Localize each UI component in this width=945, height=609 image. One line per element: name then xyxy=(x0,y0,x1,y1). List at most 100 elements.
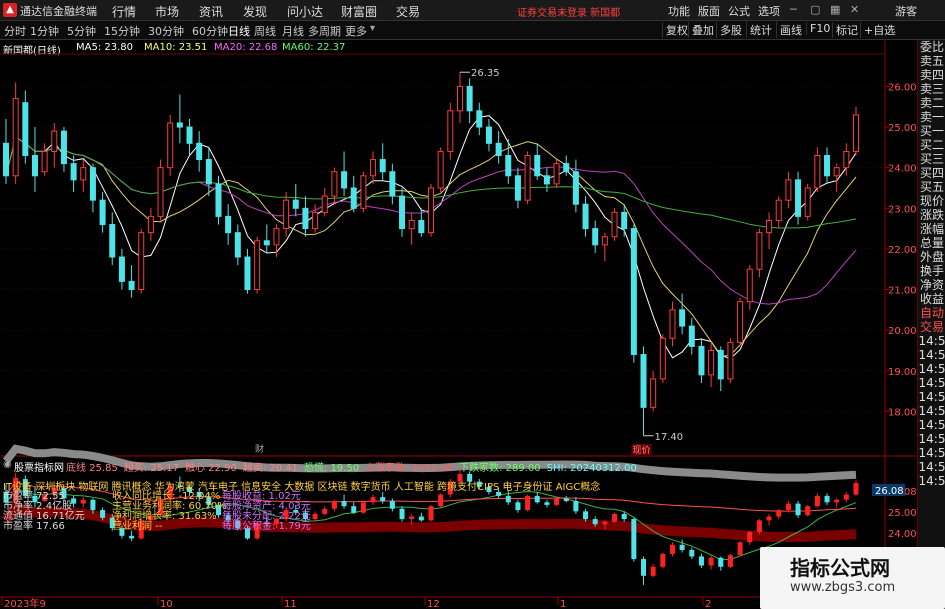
high-label: 26.35 xyxy=(471,68,500,79)
side-panel-item[interactable]: 自动 xyxy=(918,306,945,320)
candle-body xyxy=(524,154,531,201)
side-panel-item[interactable]: 委比 xyxy=(918,40,945,54)
side-panel-item[interactable]: 14:5 xyxy=(918,446,945,460)
side-panel-item[interactable]: 买一 xyxy=(918,124,945,138)
side-panel-item[interactable]: 14:5 xyxy=(918,404,945,418)
candle-body xyxy=(80,167,87,181)
side-panel-item[interactable]: 卖二 xyxy=(918,96,945,110)
side-panel-item[interactable]: 14:5 xyxy=(918,334,945,348)
side-panel-item[interactable]: 换手 xyxy=(918,264,945,278)
side-panel-item[interactable]: 涨跌 xyxy=(918,208,945,222)
ma5-line xyxy=(5,115,857,360)
candle-body xyxy=(766,219,773,234)
sub-candle-body xyxy=(660,553,666,567)
sub-candle-body xyxy=(689,550,695,557)
candle-body xyxy=(708,349,715,376)
side-panel-item[interactable]: 现价 xyxy=(918,194,945,208)
sub-candle-body xyxy=(554,498,560,505)
side-panel-item[interactable]: 买五 xyxy=(918,180,945,194)
candle-body xyxy=(31,154,38,177)
candle-body xyxy=(263,240,270,246)
candle-body xyxy=(302,207,309,230)
candle-body xyxy=(814,154,821,189)
sub-y-tick-label: 24.00 xyxy=(888,529,917,540)
sub-candle-body xyxy=(785,503,791,511)
candle-body xyxy=(572,171,579,205)
candle-body xyxy=(630,228,637,356)
sub-candle-body xyxy=(341,501,347,507)
candle-body xyxy=(196,142,203,161)
side-panel-item[interactable]: 卖五 xyxy=(918,54,945,68)
sub-chart-collapse-icon[interactable]: ◉ xyxy=(3,459,12,470)
sub-y-tick-label: 25.00 xyxy=(888,508,917,519)
candle-body xyxy=(485,126,492,144)
x-tick-label: 2023年9 xyxy=(4,597,46,609)
side-panel-item[interactable]: 14:5 xyxy=(918,348,945,362)
watermark-url: www.zbgs3.com xyxy=(790,580,896,595)
side-panel-item[interactable]: 卖一 xyxy=(918,110,945,124)
side-panel-item[interactable]: 14:5 xyxy=(918,474,945,488)
sub-candle-body xyxy=(573,501,579,512)
x-tick-label: 12 xyxy=(427,599,440,609)
stat-item: 每股公积金: 1.79元 xyxy=(222,521,311,532)
candle-body xyxy=(437,150,444,189)
sub-candle-body xyxy=(747,531,753,543)
candle-body xyxy=(331,171,338,197)
ma10-line xyxy=(5,136,857,358)
side-panel-item[interactable]: 净资 xyxy=(918,278,945,292)
side-panel-item[interactable]: 外盘 xyxy=(918,250,945,264)
stat-item: 市盈率 17.66 xyxy=(3,521,65,532)
side-panel-item[interactable]: 14:5 xyxy=(918,390,945,404)
candle-body xyxy=(215,183,222,217)
candle-body xyxy=(650,378,657,408)
side-panel-item[interactable]: 涨幅 xyxy=(918,222,945,236)
sub-candle-body xyxy=(583,511,589,520)
candle-body xyxy=(698,345,705,376)
sub-field: 下跌家数: 289.00 xyxy=(459,463,541,474)
candle-body xyxy=(553,163,560,185)
candle-body xyxy=(737,301,744,343)
side-panel-item[interactable]: 交易 xyxy=(918,320,945,334)
side-panel-item[interactable]: 收益 xyxy=(918,292,945,306)
side-panel-item[interactable]: 14:5 xyxy=(918,432,945,446)
sub-candle-body xyxy=(438,494,444,507)
candle-body xyxy=(428,187,434,234)
sub-candle-body xyxy=(360,502,366,513)
side-panel-item[interactable]: 14:5 xyxy=(918,376,945,390)
side-panel-item[interactable]: 总量 xyxy=(918,236,945,250)
sub-candle-body xyxy=(718,557,724,567)
sub-candle-body xyxy=(331,501,337,509)
sub-candle-body xyxy=(679,544,685,551)
candle-body xyxy=(205,159,212,185)
stats-mid: 收入同比增长: -12.04% 主营业务利润率: 60.70% 净利润增长率: … xyxy=(112,492,227,532)
sub-field: 底线 25.85 xyxy=(66,463,118,474)
sub-candle-body xyxy=(515,502,521,511)
sub-candle-body xyxy=(602,521,608,525)
candle-body xyxy=(669,309,676,339)
candle-body xyxy=(640,354,647,408)
candle-body xyxy=(833,167,840,177)
candle-body xyxy=(292,199,299,209)
stats-left: 市盈率 72.55 市净率 2.4亿股 流通值 16.71亿元 市盈率 17.6… xyxy=(3,492,85,532)
side-panel-item[interactable]: 14:5 xyxy=(918,362,945,376)
side-panel-item[interactable]: 买二 xyxy=(918,138,945,152)
candle-body xyxy=(176,122,183,128)
side-panel-item[interactable]: 卖四 xyxy=(918,68,945,82)
side-panel-item[interactable]: 14:5 xyxy=(918,418,945,432)
sub-candle-body xyxy=(621,513,627,520)
candle-body xyxy=(495,142,502,156)
side-panel-item[interactable]: 买四 xyxy=(918,166,945,180)
sub-candle-body xyxy=(766,516,772,521)
y-tick-label: 26.00 xyxy=(888,82,917,93)
candle-body xyxy=(22,102,29,156)
sub-candle-body xyxy=(843,494,849,500)
sub-candle-body xyxy=(853,482,859,495)
side-panel-item[interactable]: 卖三 xyxy=(918,82,945,96)
sub-candle-body xyxy=(824,495,830,503)
sub-field: 上涨家数: 1031.00 xyxy=(365,463,454,474)
sub-candle-body xyxy=(100,510,106,518)
side-panel-item[interactable]: 14:5 xyxy=(918,460,945,474)
candle-body xyxy=(341,171,348,189)
side-panel-item[interactable]: 买三 xyxy=(918,152,945,166)
candle-body xyxy=(679,309,686,327)
